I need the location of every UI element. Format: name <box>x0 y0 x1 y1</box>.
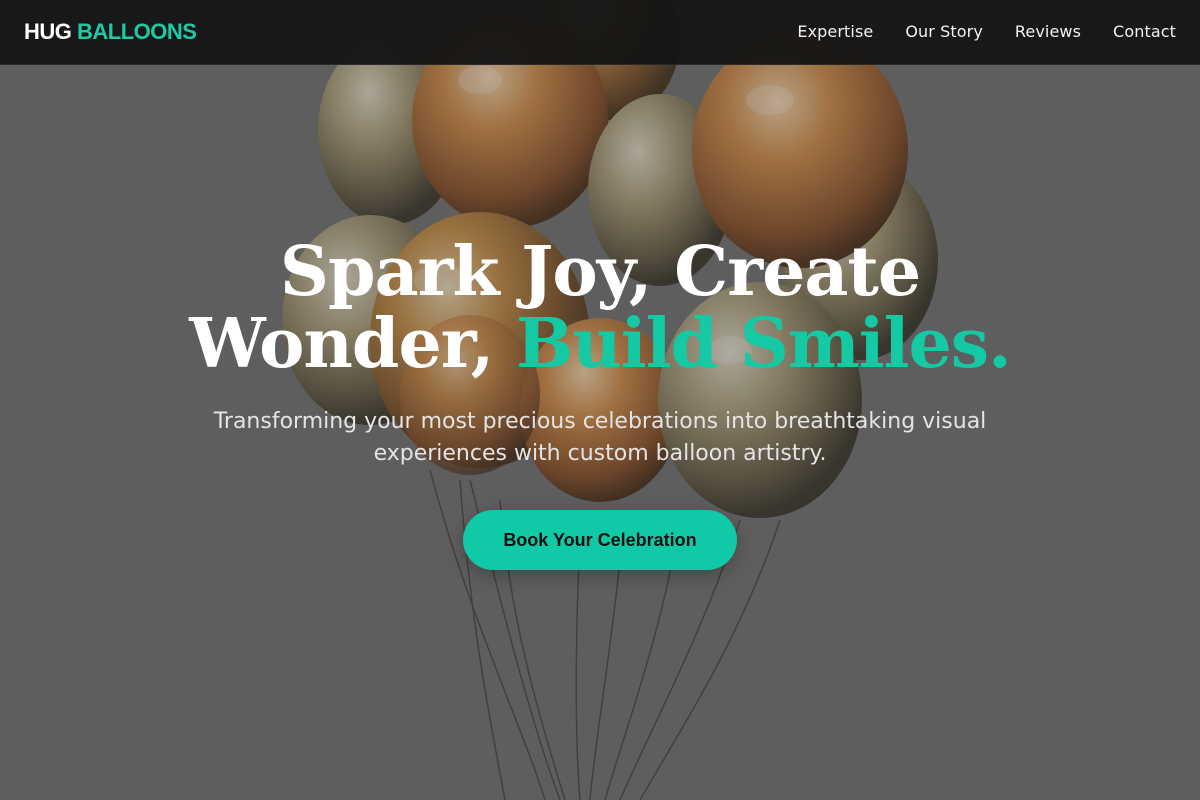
headline-line-2-start: Wonder, <box>189 304 516 384</box>
headline-line-1: Spark Joy, Create <box>279 232 921 312</box>
nav-links: Expertise Our Story Reviews Contact <box>797 22 1176 42</box>
book-celebration-button[interactable]: Book Your Celebration <box>463 510 737 570</box>
nav-link-reviews[interactable]: Reviews <box>1015 22 1081 41</box>
top-navigation-bar: HUG BALLOONS Expertise Our Story Reviews… <box>0 0 1200 65</box>
nav-link-our-story[interactable]: Our Story <box>905 22 983 41</box>
nav-link-expertise[interactable]: Expertise <box>797 22 873 41</box>
brand-logo[interactable]: HUG BALLOONS <box>24 19 197 45</box>
headline-line-2: Wonder, Build Smiles. <box>0 308 1200 380</box>
headline-highlight: Build Smiles. <box>515 304 1012 384</box>
hero-content: Spark Joy, Create Wonder, Build Smiles. … <box>0 236 1200 570</box>
hero-headline: Spark Joy, Create Wonder, Build Smiles. <box>0 236 1200 380</box>
nav-link-contact[interactable]: Contact <box>1113 22 1176 41</box>
brand-name-part2: BALLOONS <box>77 19 197 44</box>
brand-name-part1: HUG <box>24 19 72 44</box>
hero-subtitle: Transforming your most precious celebrat… <box>213 409 987 466</box>
